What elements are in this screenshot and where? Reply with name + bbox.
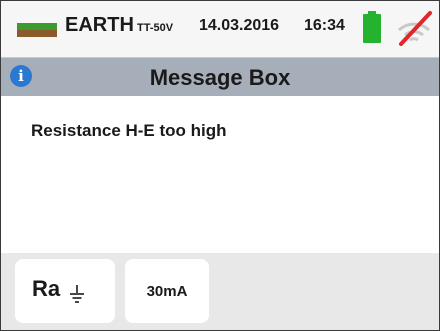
ground-icon [70,285,84,303]
date-display: 14.03.2016 [199,17,280,34]
message-text: Resistance H-E too high [31,121,227,140]
trip-current-button[interactable]: 30mA [125,259,209,323]
info-icon: i [10,65,32,87]
time-display: 16:34 [304,17,345,34]
status-bar: EARTH TT-50V 14.03.2016 16:34 [1,1,439,58]
mode-subtitle: TT-50V [137,22,174,34]
mode-title: EARTH [65,14,134,36]
ra-parameter-button[interactable]: Ra [15,259,115,323]
dialog-title: Message Box [149,65,291,90]
wifi-off-icon [397,11,432,46]
parameter-bar: Ra 30mA [1,253,439,330]
ra-label: Ra [32,276,61,301]
instrument-screen: EARTH TT-50V 14.03.2016 16:34 Message Bo… [0,0,440,331]
trip-current-label: 30mA [146,283,188,300]
earth-mode-icon [17,23,57,37]
message-area: Resistance H-E too high [1,96,439,253]
message-box-title-bar: Message Box i [1,58,439,96]
battery-full-icon [363,11,381,43]
